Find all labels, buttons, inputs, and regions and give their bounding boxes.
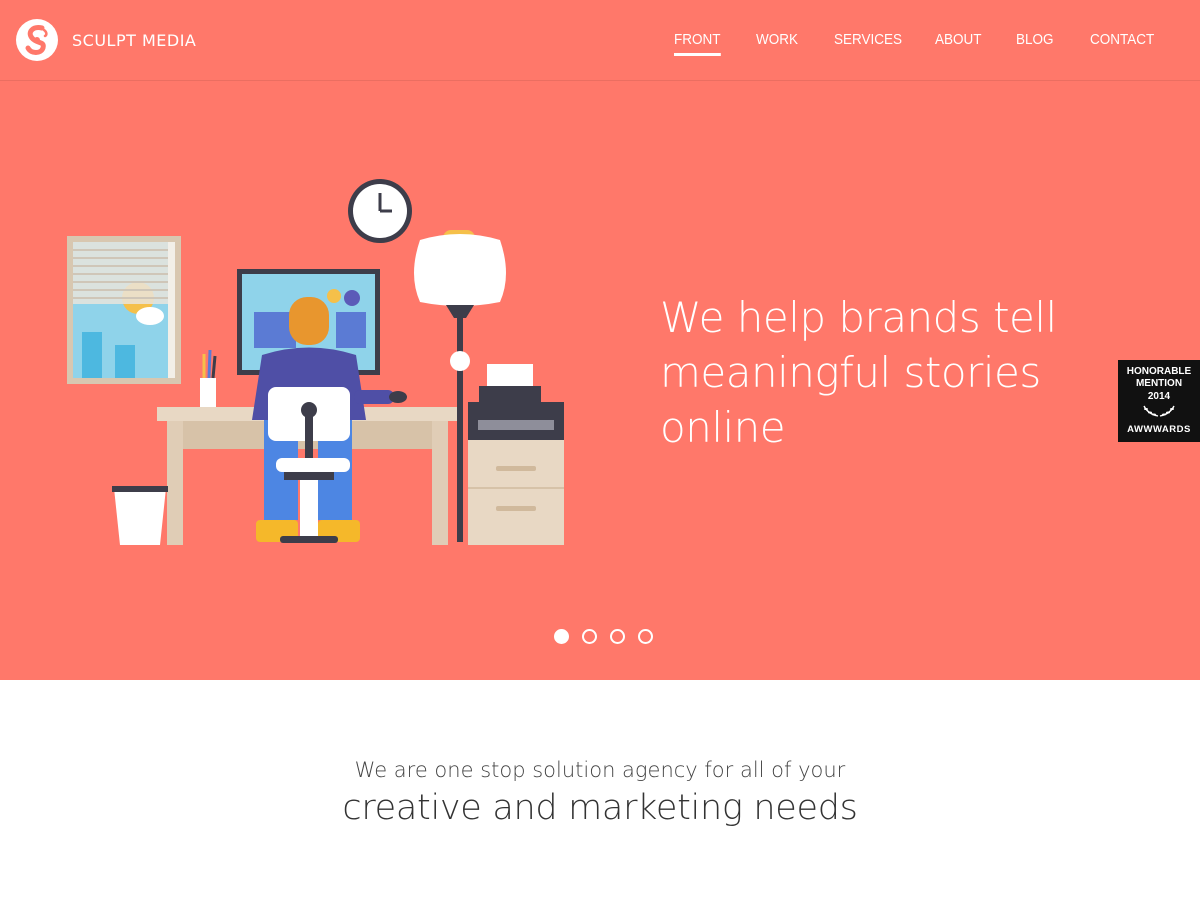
headline-line: meaningful stories (660, 348, 1041, 397)
slider-dot-3[interactable] (610, 629, 625, 644)
nav-item-front[interactable]: FRONT (674, 31, 721, 56)
nav-item-work[interactable]: WORK (756, 31, 798, 48)
logo-link[interactable]: SCULPT MEDIA (16, 19, 196, 61)
office-worker-at-desk-illustration (0, 170, 600, 550)
slider-dot-1[interactable] (554, 629, 569, 644)
brand-name: SCULPT MEDIA (72, 30, 197, 50)
nav-item-contact[interactable]: CONTACT (1090, 31, 1154, 48)
awwwards-badge[interactable]: HONORABLE MENTION 2014 AWWWARDS (1118, 360, 1200, 442)
slider-dot-4[interactable] (638, 629, 653, 644)
s-swirl-logo-icon (16, 19, 58, 61)
slider-dot-2[interactable] (582, 629, 597, 644)
nav-item-blog[interactable]: BLOG (1016, 31, 1054, 48)
badge-year: 2014 (1147, 391, 1171, 402)
nav-item-about[interactable]: ABOUT (935, 31, 982, 48)
intro-heading: creative and marketing needs (342, 788, 858, 828)
badge-line1: HONORABLE (1126, 366, 1192, 377)
intro-tagline: We are one stop solution agency for all … (354, 758, 846, 782)
headline-line: online (660, 403, 786, 452)
intro-section: We are one stop solution agency for all … (0, 680, 1200, 900)
hero-section: SCULPT MEDIA FRONT WORK SERVICES ABOUT B… (0, 0, 1200, 680)
badge-brand: AWWWARDS (1127, 424, 1191, 435)
nav-item-services[interactable]: SERVICES (834, 31, 902, 48)
badge-line2: MENTION (1135, 378, 1183, 389)
laurel-icon (1143, 405, 1175, 417)
top-navbar: SCULPT MEDIA FRONT WORK SERVICES ABOUT B… (0, 0, 1200, 81)
headline-line: We help brands tell (660, 293, 1057, 342)
hero-headline: We help brands tell meaningful stories o… (660, 290, 1100, 455)
